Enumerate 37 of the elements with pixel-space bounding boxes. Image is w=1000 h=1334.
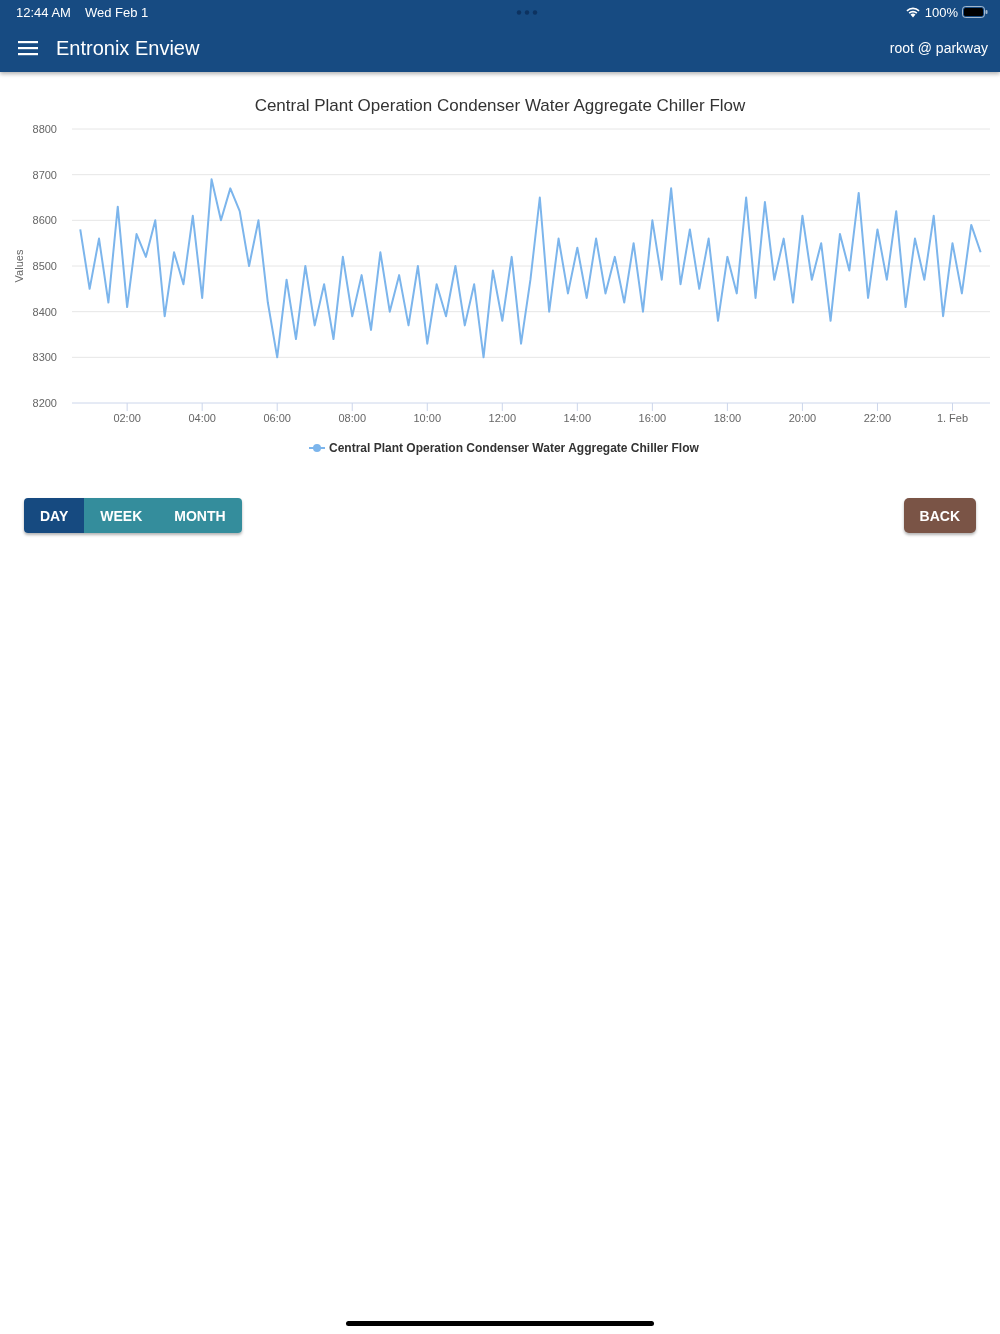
axis-tick-label: 8300 xyxy=(32,351,57,364)
legend-marker-icon xyxy=(308,444,326,452)
app-title: Entronix Enview xyxy=(56,36,200,60)
range-tab[interactable]: MONTH xyxy=(158,498,242,533)
axis-tick-label: 14:00 xyxy=(563,412,592,424)
wifi-icon xyxy=(904,6,921,18)
axis-tick-label: 8800 xyxy=(32,123,57,135)
range-tab[interactable]: DAY xyxy=(24,498,85,533)
dots-icon[interactable] xyxy=(515,9,538,15)
axis-tick-label: 12:00 xyxy=(488,412,517,424)
axis-tick-label: 02:00 xyxy=(113,412,141,424)
user-label[interactable]: root @ parkway xyxy=(889,40,988,56)
axis-tick-label: 20:00 xyxy=(788,412,817,424)
axis-tick-label: 16:00 xyxy=(638,412,667,424)
axis-tick-label: 18:00 xyxy=(713,412,742,424)
axis-tick-label: 04:00 xyxy=(188,412,216,424)
axis-tick-label: 8600 xyxy=(32,214,57,227)
axis-tick-label: 22:00 xyxy=(863,412,892,424)
status-time: 12:44 AM xyxy=(16,4,71,20)
axis-tick-label: 10:00 xyxy=(413,412,442,424)
axis-tick-label: 06:00 xyxy=(263,412,291,424)
axis-tick-label: 08:00 xyxy=(338,412,366,424)
menu-icon[interactable] xyxy=(18,40,38,56)
axis-tick-label: 8200 xyxy=(32,397,57,409)
y-axis-label: Values xyxy=(13,249,25,283)
status-date: Wed Feb 1 xyxy=(84,4,149,20)
battery-icon xyxy=(962,6,988,18)
axis-tick-label: 8700 xyxy=(32,168,57,181)
range-tab[interactable]: WEEK xyxy=(84,498,159,533)
axis-tick-label: 1. Feb xyxy=(936,412,969,424)
axis-tick-label: 8500 xyxy=(32,260,57,272)
chart-title: Central Plant Operation Condenser Water Aggregate Chiller Flow xyxy=(254,96,746,115)
battery-percent: 100% xyxy=(924,4,958,20)
back-button[interactable]: BACK xyxy=(903,498,976,533)
home-indicator[interactable] xyxy=(346,1321,654,1326)
axis-tick-label: 8400 xyxy=(32,305,57,318)
legend-label[interactable]: Central Plant Operation Condenser Water Aggregate Chiller Flow xyxy=(329,441,699,455)
